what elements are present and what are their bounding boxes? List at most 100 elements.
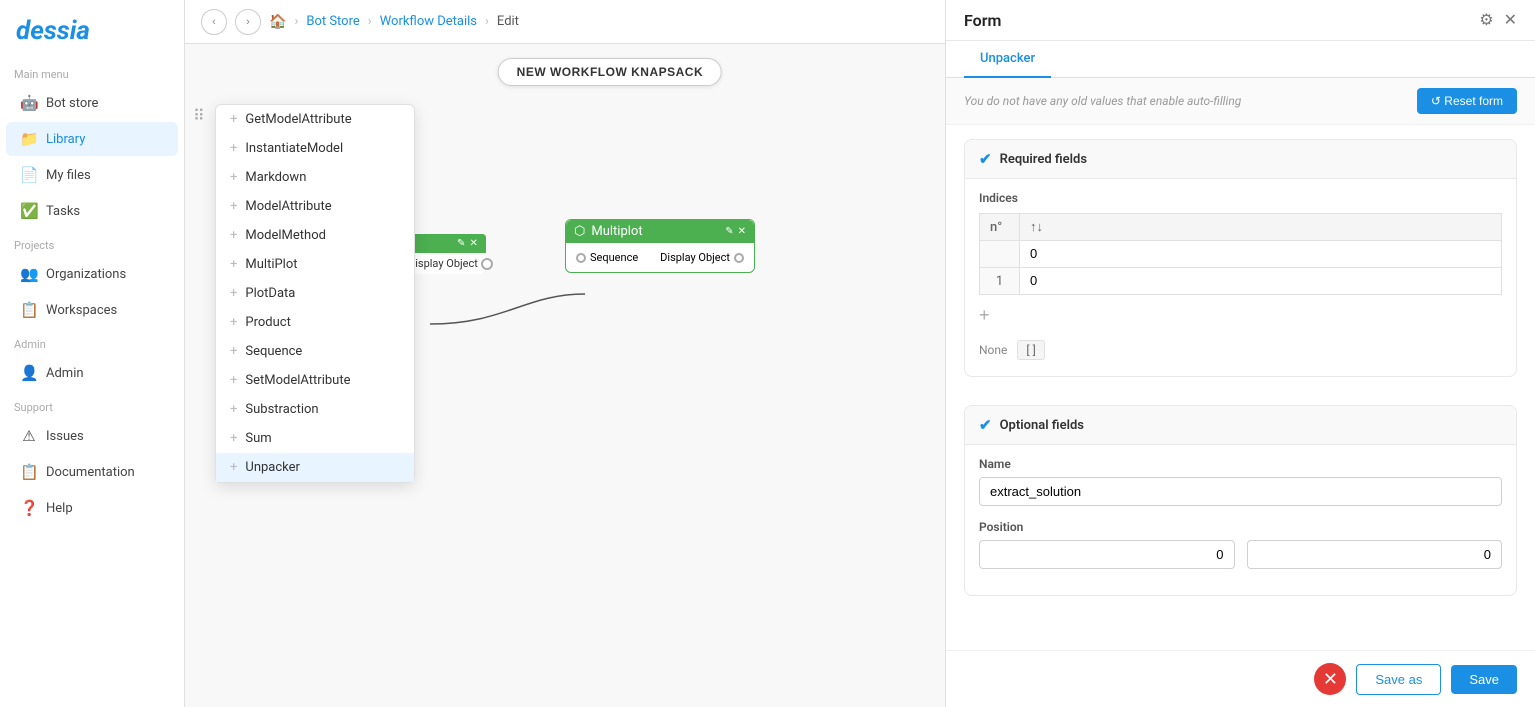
menu-item-unpacker[interactable]: + Unpacker [216, 453, 414, 482]
admin-icon: 👤 [20, 364, 38, 382]
sidebar-item-bot-store[interactable]: 🤖 Bot store [6, 86, 178, 120]
menu-item-sum[interactable]: + Sum [216, 424, 414, 453]
sidebar-item-my-files[interactable]: 📄 My files [6, 158, 178, 192]
table-row: 1 [980, 268, 1502, 295]
sidebar-item-label: Organizations [46, 267, 126, 282]
table-input-0[interactable] [1030, 246, 1491, 261]
menu-item-multiplot[interactable]: + MultiPlot [216, 250, 414, 279]
table-cell-value-0[interactable] [1020, 241, 1502, 268]
table-header-value: ↑↓ [1020, 214, 1502, 241]
add-row-button[interactable]: + [979, 301, 990, 330]
plus-icon-2: + [230, 141, 237, 156]
position-field: Position [979, 520, 1502, 569]
multiplot-display-label: Display Object [660, 251, 730, 264]
menu-item-plot-data[interactable]: + PlotData [216, 279, 414, 308]
sidebar-item-help[interactable]: ❓ Help [6, 491, 178, 525]
panel-close-button[interactable]: ✕ [1504, 10, 1517, 30]
multiplot-node[interactable]: ⬡ Multiplot ✎ ✕ Sequence Display Object [565, 219, 755, 273]
documentation-icon: 📋 [20, 463, 38, 481]
main-content: ‹ › 🏠 › Bot Store › Workflow Details › E… [185, 0, 945, 707]
sidebar-item-admin[interactable]: 👤 Admin [6, 356, 178, 390]
library-icon: 📁 [20, 130, 38, 148]
breadcrumb-bot-store[interactable]: Bot Store [306, 14, 359, 29]
optional-fields-body: Name Position [965, 445, 1516, 595]
panel-gear-button[interactable]: ⚙ [1479, 10, 1493, 30]
menu-item-markdown[interactable]: + Markdown [216, 163, 414, 192]
position-y-input[interactable] [1247, 540, 1503, 569]
menu-item-model-attribute[interactable]: + ModelAttribute [216, 192, 414, 221]
delete-button[interactable]: ✕ [1314, 663, 1346, 695]
save-as-button[interactable]: Save as [1356, 664, 1441, 695]
reset-form-button[interactable]: ↺ Reset form [1417, 88, 1517, 114]
main-menu-label: Main menu [0, 58, 184, 85]
save-button[interactable]: Save [1451, 665, 1517, 694]
topbar: ‹ › 🏠 › Bot Store › Workflow Details › E… [185, 0, 945, 44]
logo: dessia [0, 0, 184, 58]
separator-2: › [368, 14, 372, 29]
sidebar-item-organizations[interactable]: 👥 Organizations [6, 257, 178, 291]
optional-fields-section: ✔ Optional fields Name Position [964, 405, 1517, 596]
multiplot-port-right[interactable] [734, 253, 744, 263]
panel-header-icons: ⚙ ✕ [1479, 10, 1517, 30]
plus-icon-9: + [230, 344, 237, 359]
back-button[interactable]: ‹ [201, 9, 227, 35]
required-fields-section: ✔ Required fields Indices n° ↑↓ [964, 139, 1517, 377]
plus-icon-7: + [230, 286, 237, 301]
sidebar-item-label: Library [46, 132, 85, 147]
none-row: None [ ] [979, 336, 1502, 364]
sort-icon[interactable]: ↑↓ [1030, 220, 1043, 235]
separator-1: › [294, 14, 298, 29]
tab-unpacker[interactable]: Unpacker [964, 41, 1051, 78]
table-header-n: n° [980, 214, 1020, 241]
menu-item-label: MultiPlot [245, 257, 297, 272]
table-cell-value-1[interactable] [1020, 268, 1502, 295]
menu-item-label: PlotData [245, 286, 295, 301]
name-label: Name [979, 457, 1502, 471]
left-node-edit-icon: ✎ [457, 238, 465, 249]
bracket-label: [ ] [1017, 340, 1044, 360]
position-label: Position [979, 520, 1502, 534]
required-fields-header: ✔ Required fields [965, 140, 1516, 179]
name-input[interactable] [979, 477, 1502, 506]
autofill-text: You do not have any old values that enab… [964, 94, 1241, 108]
right-panel: Form ⚙ ✕ Unpacker You do not have any ol… [945, 0, 1535, 707]
sidebar-item-label: Documentation [46, 465, 135, 480]
sidebar-item-tasks[interactable]: ✅ Tasks [6, 194, 178, 228]
bot-store-icon: 🤖 [20, 94, 38, 112]
sidebar-item-documentation[interactable]: 📋 Documentation [6, 455, 178, 489]
organizations-icon: 👥 [20, 265, 38, 283]
sidebar-item-label: Tasks [46, 204, 80, 219]
grid-handle[interactable]: ⠿ [193, 106, 205, 125]
breadcrumb-workflow-details[interactable]: Workflow Details [380, 14, 477, 29]
table-input-1[interactable] [1030, 273, 1491, 288]
node-port-right[interactable] [481, 258, 493, 270]
menu-item-label: SetModelAttribute [245, 373, 350, 388]
separator-3: › [485, 14, 489, 29]
context-menu: + GetModelAttribute + InstantiateModel +… [215, 104, 415, 483]
menu-item-instantiate-model[interactable]: + InstantiateModel [216, 134, 414, 163]
menu-item-label: Substraction [245, 402, 318, 417]
sidebar-item-library[interactable]: 📁 Library [6, 122, 178, 156]
plus-icon-3: + [230, 170, 237, 185]
sidebar-item-label: Admin [46, 366, 84, 381]
menu-item-label: Product [245, 315, 290, 330]
menu-item-label: Markdown [245, 170, 306, 185]
new-workflow-button[interactable]: NEW WORKFLOW KNAPSACK [498, 58, 722, 86]
menu-item-model-method[interactable]: + ModelMethod [216, 221, 414, 250]
menu-item-substraction[interactable]: + Substraction [216, 395, 414, 424]
menu-item-label: GetModelAttribute [245, 112, 351, 127]
breadcrumb-edit: Edit [497, 14, 519, 29]
forward-button[interactable]: › [235, 9, 261, 35]
position-x-input[interactable] [979, 540, 1235, 569]
menu-item-product[interactable]: + Product [216, 308, 414, 337]
sidebar-item-workspaces[interactable]: 📋 Workspaces [6, 293, 178, 327]
multiplot-port-left[interactable] [576, 253, 586, 263]
panel-title: Form [964, 11, 1001, 30]
menu-item-label: InstantiateModel [245, 141, 343, 156]
menu-item-get-model-attribute[interactable]: + GetModelAttribute [216, 105, 414, 134]
menu-item-set-model-attribute[interactable]: + SetModelAttribute [216, 366, 414, 395]
left-node-body-label: Display Object [408, 257, 478, 270]
menu-item-sequence[interactable]: + Sequence [216, 337, 414, 366]
required-check-icon: ✔ [979, 150, 992, 168]
sidebar-item-issues[interactable]: ⚠ Issues [6, 419, 178, 453]
